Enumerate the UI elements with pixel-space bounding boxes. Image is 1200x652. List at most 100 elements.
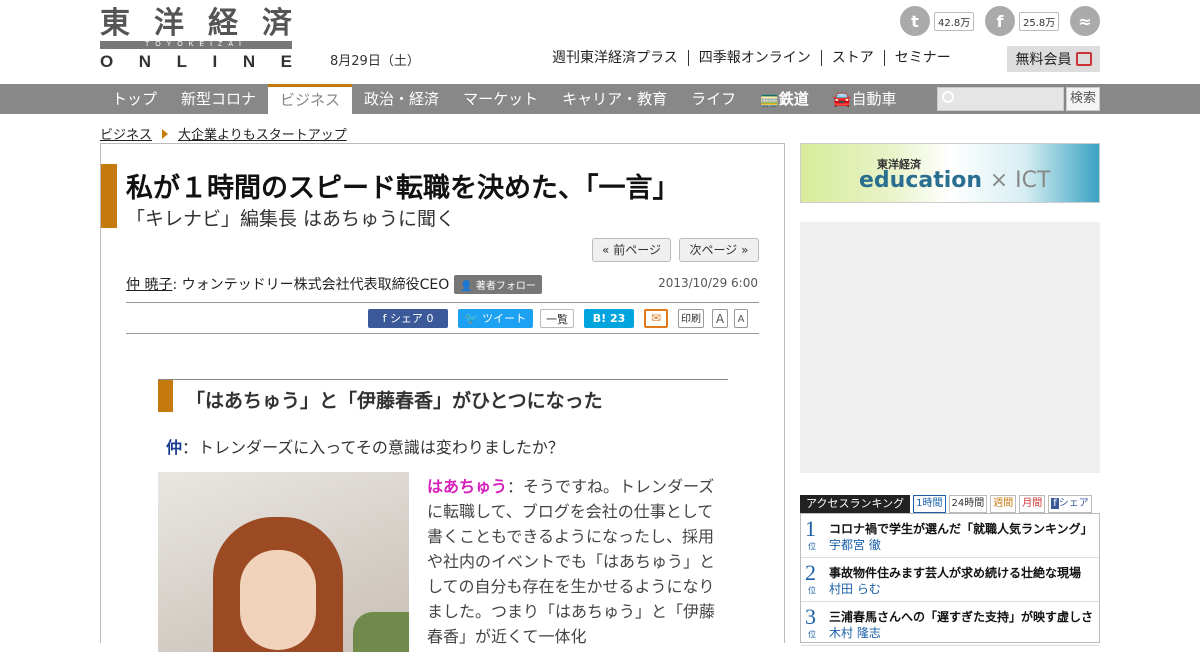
photo-face — [240, 550, 316, 650]
ranking-title: 三浦春馬さんへの「遅すぎた支持」が映す虚しさ — [829, 610, 1094, 624]
logo-char: 洋 — [154, 6, 184, 41]
logo-online-char: O — [100, 52, 114, 71]
ranking-number: 2 — [805, 560, 816, 585]
ranking-number: 1 — [805, 516, 816, 541]
author-title: : ウォンテッドリー株式会社代表取締役CEO — [172, 277, 450, 293]
ranking-row[interactable]: 3 位 三浦春馬さんへの「遅すぎた支持」が映す虚しさ 木村 隆志 — [801, 602, 1099, 646]
share-bar: f シェア 0 🐦 ツイート 一覧 B! 23 ✉ 印刷 A A — [126, 302, 759, 334]
rss-icon: ≈ — [1070, 6, 1100, 36]
link-seminar[interactable]: セミナー — [883, 50, 961, 66]
search-icon — [942, 91, 954, 103]
education-ict-banner[interactable]: 東洋経済 education × ICT — [800, 143, 1100, 203]
author-follow-button[interactable]: 👤 著者フォロー — [454, 274, 542, 294]
banner-product: education — [859, 168, 983, 193]
search-button[interactable]: 検索 — [1066, 87, 1100, 111]
search-input[interactable] — [937, 87, 1064, 111]
banner-title: education × ICT — [859, 168, 1050, 193]
logo-online-char: E — [280, 52, 292, 71]
nav-market[interactable]: マーケット — [451, 84, 550, 114]
ranking-suffix: 位 — [808, 630, 816, 639]
article-title: 私が１時間のスピード転職を決めた、「一言」 — [126, 173, 680, 204]
print-button[interactable]: 印刷 — [678, 309, 704, 328]
nav-covid[interactable]: 新型コロナ — [169, 84, 268, 114]
ranking-number: 3 — [805, 604, 816, 629]
ranking-tab-share[interactable]: f シェア — [1048, 495, 1092, 513]
article-subtitle: 「キレナビ」編集長 はあちゅうに聞く — [126, 208, 456, 230]
gift-icon — [1075, 52, 1092, 66]
nav-life[interactable]: ライフ — [679, 84, 748, 114]
article: 私が１時間のスピード転職を決めた、「一言」 「キレナビ」編集長 はあちゅうに聞く… — [100, 143, 785, 652]
breadcrumb-arrow-icon — [162, 128, 169, 139]
follow-label: 著者フォロー — [475, 280, 536, 292]
answer-text: ：そうですね。トレンダーズに転職して、ブログを会社の仕事として書くこともできるよ… — [427, 477, 716, 646]
site-logo[interactable]: 東 洋 経 済 TOYOKEIZAI O N L I N E — [100, 6, 292, 71]
interview-photo — [158, 472, 409, 652]
banner-suffix: × ICT — [989, 168, 1051, 193]
twitter-follow[interactable]: t 42.8万 — [900, 6, 975, 36]
font-small-button[interactable]: A — [734, 309, 748, 328]
person-icon: 👤 — [460, 280, 473, 292]
facebook-icon: f — [985, 6, 1015, 36]
nav-career[interactable]: キャリア・教育 — [550, 84, 679, 114]
nav-car-label: 自動車 — [851, 90, 897, 108]
twitter-icon: t — [900, 6, 930, 36]
facebook-count: 25.8万 — [1019, 11, 1060, 31]
link-weekly-plus[interactable]: 週刊東洋経済プラス — [552, 50, 688, 66]
twitter-icon: 🐦 — [464, 312, 479, 325]
ranking-tab-share-label: シェア — [1058, 498, 1089, 509]
nav-railway-label: 鉄道 — [778, 90, 809, 108]
section-heading-text: 「はあちゅう」と「伊藤春香」がひとつになった — [186, 390, 603, 412]
question-paragraph: 仲：トレンダーズに入ってその意識は変わりましたか？ — [166, 434, 564, 458]
breadcrumb-business[interactable]: ビジネス — [100, 124, 152, 143]
breadcrumb-series[interactable]: 大企業よりもスタートアップ — [178, 124, 347, 143]
ranking-suffix: 位 — [808, 586, 816, 595]
ranking-tab-month[interactable]: 月間 — [1019, 495, 1046, 513]
ranking-author: 宇都宮 徹 — [829, 538, 881, 552]
site-header: 東 洋 経 済 TOYOKEIZAI O N L I N E 8月29日（土） … — [0, 0, 1200, 84]
current-date: 8月29日（土） — [330, 54, 420, 69]
ranking-tab-week[interactable]: 週間 — [990, 495, 1017, 513]
ranking-suffix: 位 — [808, 542, 816, 551]
question-speaker: 仲 — [166, 438, 183, 457]
nav-railway[interactable]: 🚃鉄道 — [748, 84, 821, 114]
nav-business[interactable]: ビジネス — [268, 84, 353, 114]
question-text: ：トレンダーズに入ってその意識は変わりましたか？ — [182, 438, 564, 457]
answer-paragraph: はあちゅう：そうですね。トレンダーズに転職して、ブログを会社の仕事として書くこと… — [427, 474, 727, 649]
free-member-button[interactable]: 無料会員 — [1007, 46, 1100, 72]
ranking-title: コロナ禍で学生が選んだ「就職人気ランキング」 — [829, 522, 1093, 536]
author-name[interactable]: 仲 暁子 — [126, 274, 172, 294]
link-store[interactable]: ストア — [820, 50, 884, 66]
ranking-row[interactable]: 1 位 コロナ禍で学生が選んだ「就職人気ランキング」 宇都宮 徹 — [801, 514, 1099, 558]
nav-car[interactable]: 🚘自動車 — [821, 84, 909, 114]
facebook-share-button[interactable]: f シェア 0 — [368, 309, 448, 328]
nav-politics[interactable]: 政治・経済 — [352, 84, 451, 114]
font-large-button[interactable]: A — [712, 309, 728, 328]
logo-char: 済 — [262, 6, 292, 41]
ranking-author: 木村 隆志 — [829, 626, 881, 640]
logo-online-char: L — [176, 52, 187, 71]
ranking-tab-1h[interactable]: 1時間 — [913, 495, 946, 513]
access-ranking: アクセスランキング 1時間 24時間 週間 月間 f シェア 1 位 コロナ禍で学… — [800, 495, 1100, 646]
train-icon: 🚃 — [760, 90, 779, 108]
mail-icon[interactable]: ✉ — [644, 309, 668, 328]
ranking-tab-24h[interactable]: 24時間 — [948, 495, 988, 513]
top-links: 週刊東洋経済プラス 四季報オンライン ストア セミナー — [552, 50, 961, 66]
hatena-bookmark-button[interactable]: B! 23 — [584, 309, 634, 328]
publish-date: 2013/10/29 6:00 — [658, 276, 758, 290]
tweet-button[interactable]: 🐦 ツイート — [458, 309, 533, 328]
facebook-follow[interactable]: f 25.8万 — [985, 6, 1060, 36]
section-accent-bar — [158, 380, 173, 412]
link-shikiho[interactable]: 四季報オンライン — [687, 50, 821, 66]
ranking-row[interactable]: 2 位 事故物件住みます芸人が求め続ける壮絶な現場 村田 らむ — [801, 558, 1099, 602]
prev-page-button[interactable]: « 前ページ — [592, 238, 671, 262]
rss-link[interactable]: ≈ — [1070, 6, 1100, 36]
ad-slot — [800, 222, 1100, 473]
twitter-count: 42.8万 — [934, 11, 975, 31]
breadcrumb: ビジネス 大企業よりもスタートアップ — [100, 124, 347, 143]
ranking-label: アクセスランキング — [800, 495, 911, 513]
next-page-button[interactable]: 次ページ » — [679, 238, 759, 262]
section-heading: 「はあちゅう」と「伊藤春香」がひとつになった — [158, 379, 728, 413]
tweet-list-button[interactable]: 一覧 — [540, 309, 574, 328]
ranking-author: 村田 らむ — [829, 582, 881, 596]
nav-top[interactable]: トップ — [100, 84, 169, 114]
